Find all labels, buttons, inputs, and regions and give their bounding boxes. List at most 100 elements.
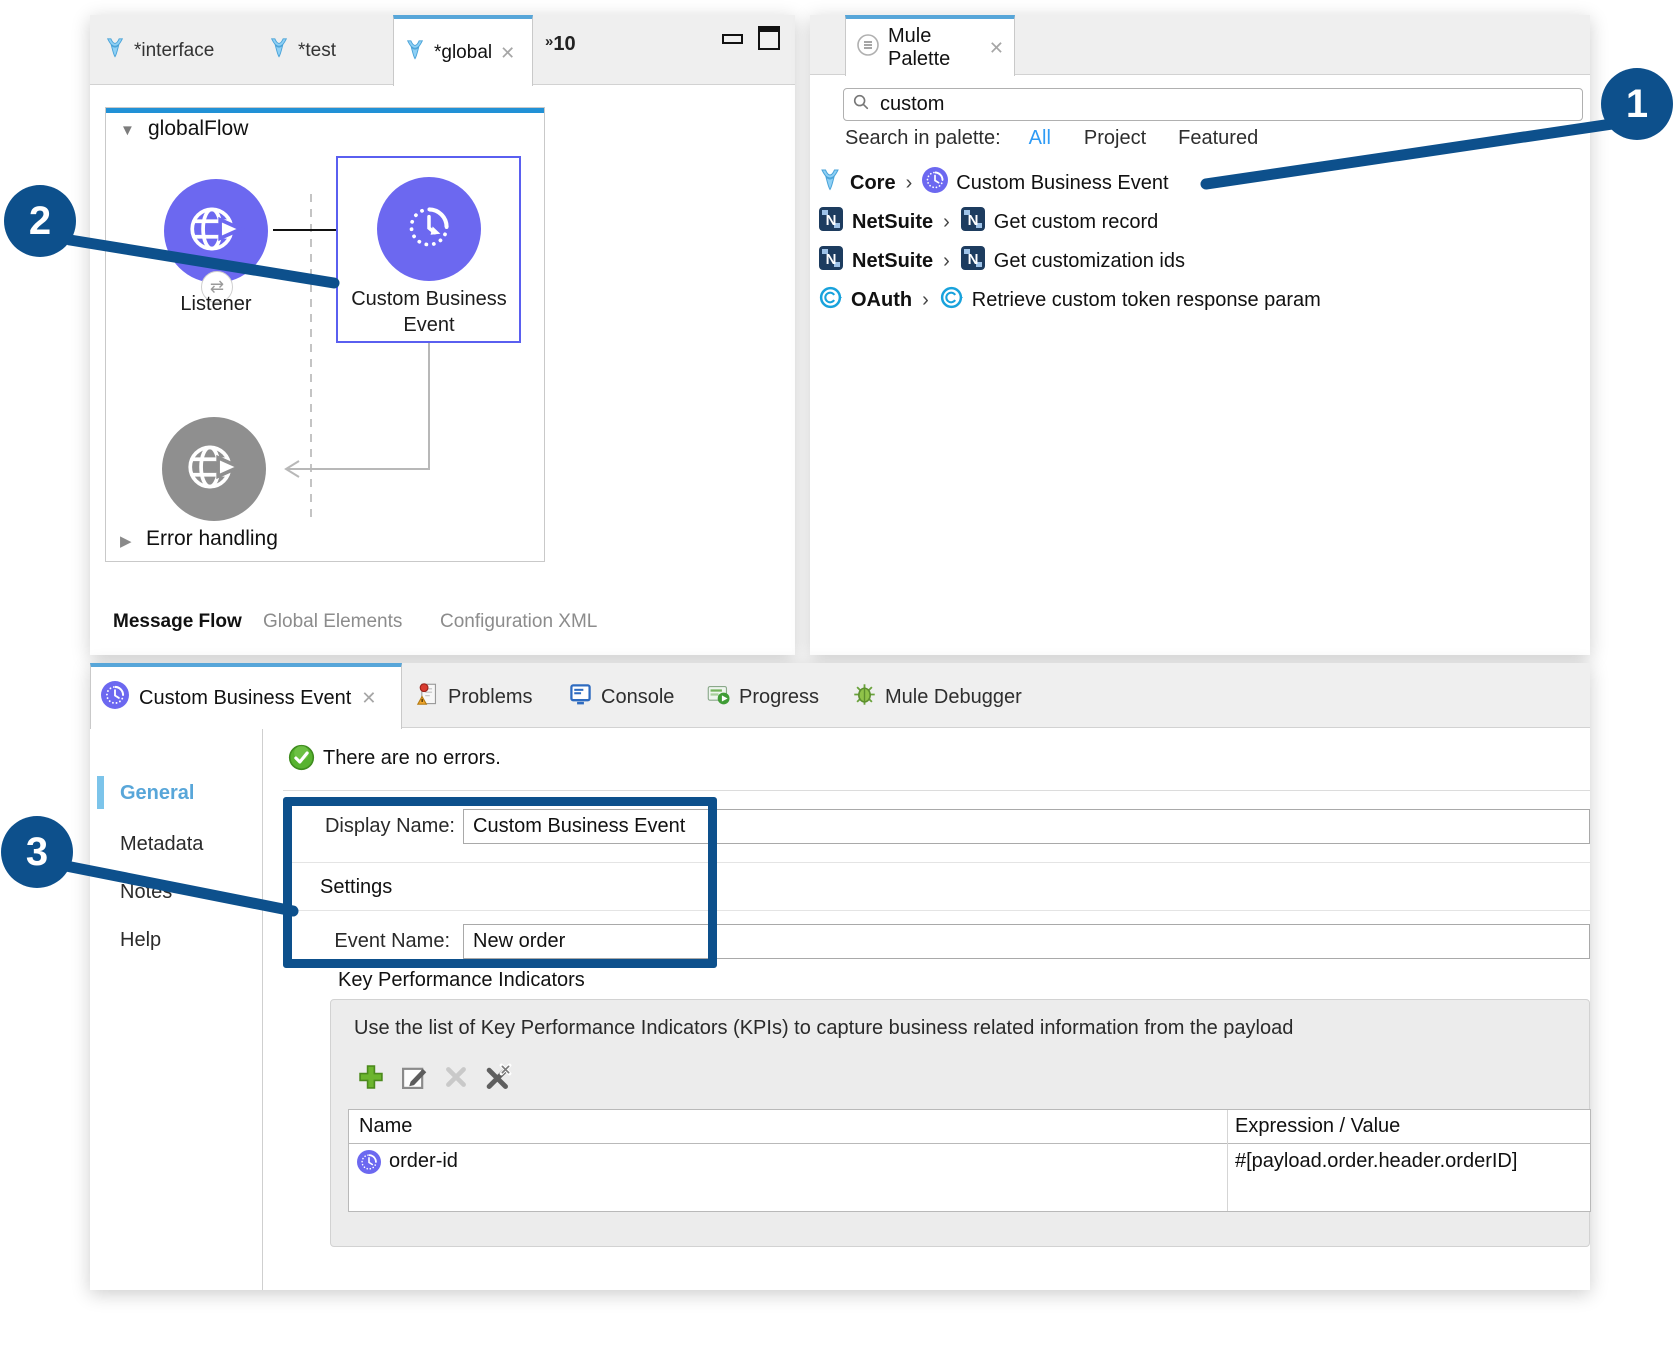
filter-all[interactable]: All [1029, 127, 1051, 150]
kpi-table-header [349, 1110, 1590, 1144]
palette-result-netsuite-ids[interactable]: N NetSuite › N Get customization ids [810, 244, 1185, 278]
palette-search-box [843, 88, 1583, 121]
mule-file-icon [104, 37, 126, 65]
kpi-section-label: Key Performance Indicators [338, 969, 585, 992]
status-text: There are no errors. [323, 747, 501, 770]
svg-text:N: N [967, 251, 978, 268]
custom-business-event-icon [101, 681, 129, 715]
kpi-table-row[interactable]: order-id #[payload.order.header.orderID] [349, 1144, 1590, 1181]
edit-kpi-button[interactable] [399, 1062, 429, 1097]
close-icon[interactable]: ✕ [989, 39, 1004, 57]
tab-interface[interactable]: *interface [104, 23, 214, 79]
tab-label: Mule Debugger [885, 686, 1022, 709]
delete-kpi-button-disabled[interactable] [442, 1063, 470, 1096]
tab-overflow[interactable]: »10 [545, 33, 576, 56]
sidebar-item-help[interactable]: Help [120, 927, 161, 953]
http-request-node-disabled[interactable] [162, 417, 266, 521]
result-group: NetSuite [852, 211, 933, 234]
tab-label: Console [601, 686, 674, 709]
view-tab-configuration-xml[interactable]: Configuration XML [440, 609, 597, 635]
annotation-badge-2: 2 [4, 185, 76, 257]
tab-console[interactable]: Console [568, 667, 674, 727]
close-icon[interactable]: ✕ [500, 44, 515, 62]
palette-filter-row: Search in palette: All Project Featured [845, 123, 1258, 153]
filter-featured[interactable]: Featured [1178, 127, 1258, 150]
tab-custom-business-event[interactable]: Custom Business Event ✕ [90, 663, 402, 729]
error-handling-label[interactable]: Error handling [146, 527, 278, 551]
palette-panel: Mule Palette ✕ Search in palette: All Pr… [810, 15, 1590, 655]
flow-canvas: ▼ globalFlow ⇄ [105, 107, 545, 562]
result-item: Get customization ids [994, 250, 1185, 273]
tab-mule-debugger[interactable]: Mule Debugger [852, 667, 1022, 727]
result-item: Retrieve custom token response param [972, 289, 1321, 312]
filter-project[interactable]: Project [1084, 127, 1146, 150]
listener-node[interactable] [164, 179, 268, 283]
console-icon [568, 682, 593, 713]
sidebar-divider [262, 728, 263, 1290]
overflow-count: 10 [553, 33, 575, 55]
palette-menu-icon [856, 33, 880, 63]
svg-text:N: N [967, 212, 978, 229]
chevron-right-icon: › [943, 250, 950, 273]
palette-result-core-cbe[interactable]: Core › Custom Business Event [810, 166, 1169, 200]
chevron-right-icon: › [943, 211, 950, 234]
sidebar-item-general[interactable]: General [120, 780, 194, 806]
tab-label: *global [434, 42, 492, 64]
custom-business-event-icon [922, 167, 948, 199]
tab-global-active[interactable]: *global ✕ [393, 15, 533, 86]
chevron-right-icon: › [906, 172, 913, 195]
view-tab-message-flow[interactable]: Message Flow [113, 609, 242, 635]
palette-title: Mule Palette [888, 25, 981, 71]
annotation-box-3 [283, 797, 717, 968]
close-icon[interactable]: ✕ [361, 689, 376, 707]
tab-test[interactable]: *test [268, 23, 336, 79]
listener-node-label: Listener [146, 291, 286, 317]
mule-file-icon [268, 37, 290, 65]
palette-result-netsuite-record[interactable]: N NetSuite › N Get custom record [810, 205, 1158, 239]
delete-all-kpi-button[interactable] [483, 1062, 513, 1097]
result-group: Core [850, 172, 896, 195]
mule-debugger-icon [852, 682, 877, 713]
tab-label: Problems [448, 686, 532, 709]
mule-file-icon [404, 39, 426, 67]
svg-text:N: N [826, 251, 837, 268]
minimize-button[interactable] [722, 34, 743, 44]
tab-label: *interface [134, 40, 214, 62]
result-item: Get custom record [994, 211, 1159, 234]
netsuite-icon: N [960, 206, 986, 238]
mule-core-icon [818, 168, 842, 198]
kpi-toolbar [356, 1062, 513, 1097]
properties-panel: Custom Business Event ✕ Problems Console… [90, 663, 1590, 1290]
maximize-button[interactable] [758, 26, 780, 50]
error-handling-triangle-icon[interactable]: ▶ [120, 532, 132, 550]
tab-label: Progress [739, 686, 819, 709]
netsuite-icon: N [818, 206, 844, 238]
search-input[interactable] [878, 92, 1522, 117]
tab-mule-palette[interactable]: Mule Palette ✕ [845, 15, 1015, 76]
oauth-icon [939, 285, 964, 316]
sidebar-item-notes[interactable]: Notes [120, 879, 172, 905]
netsuite-icon: N [818, 245, 844, 277]
chevron-right-icon: › [922, 289, 929, 312]
kpi-column-expression: Expression / Value [1235, 1115, 1400, 1138]
netsuite-icon: N [960, 245, 986, 277]
view-tab-global-elements[interactable]: Global Elements [263, 609, 402, 635]
sidebar-active-bar [97, 776, 104, 809]
tab-problems[interactable]: Problems [415, 667, 532, 727]
tab-label: *test [298, 40, 336, 62]
http-listener-icon [185, 198, 247, 265]
kpi-groupbox: Use the list of Key Performance Indicato… [330, 999, 1590, 1247]
custom-business-event-icon [400, 198, 458, 261]
tab-progress[interactable]: Progress [706, 667, 819, 727]
result-group: OAuth [851, 289, 912, 312]
form-divider [283, 790, 1590, 791]
add-kpi-button[interactable] [356, 1062, 386, 1097]
annotation-badge-3: 3 [1, 816, 73, 888]
palette-result-oauth-token[interactable]: OAuth › Retrieve custom token response p… [810, 283, 1321, 317]
kpi-column-name: Name [359, 1115, 412, 1138]
result-group: NetSuite [852, 250, 933, 273]
editor-panel: *interface *test *global ✕ »10 ▼ globalF… [90, 15, 795, 655]
cbe-node[interactable] [377, 177, 481, 281]
search-icon [852, 93, 870, 116]
sidebar-item-metadata[interactable]: Metadata [120, 831, 203, 857]
